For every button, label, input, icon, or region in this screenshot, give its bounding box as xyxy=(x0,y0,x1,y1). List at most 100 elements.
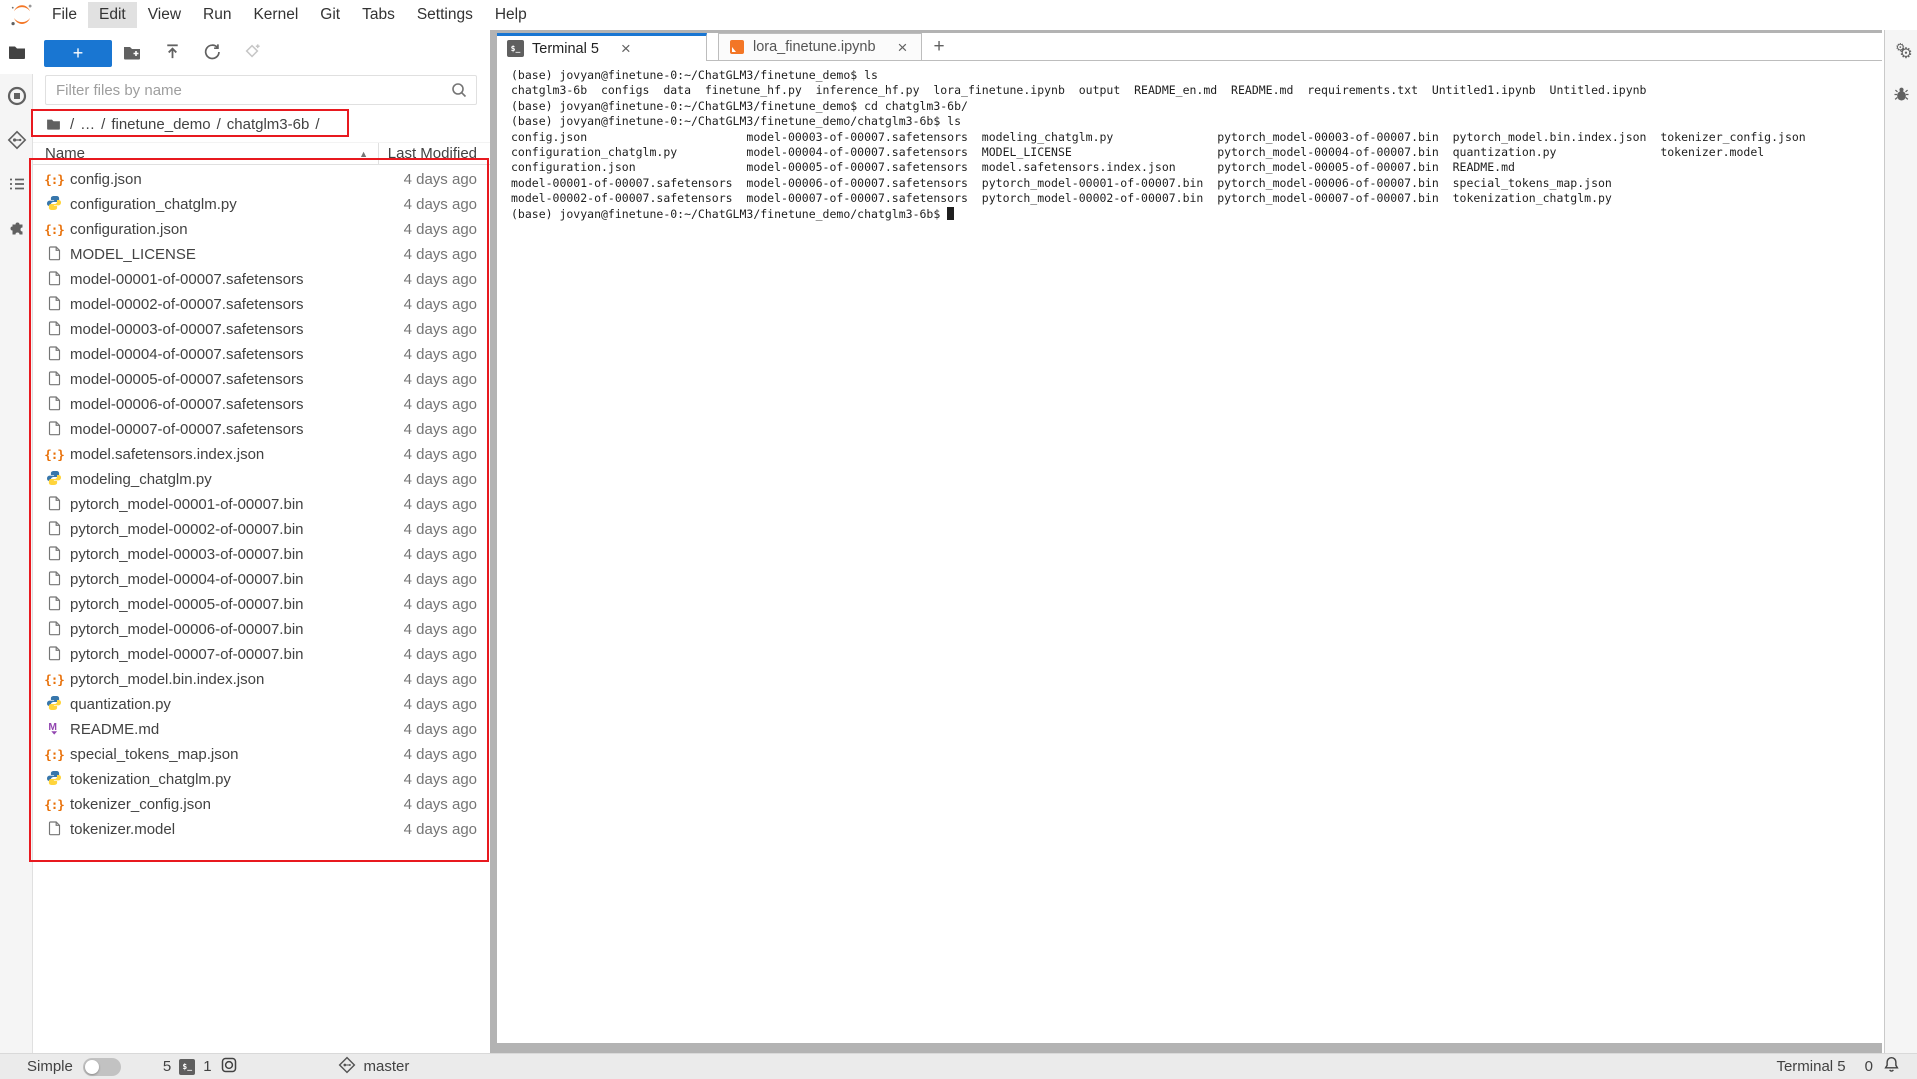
file-name: model-00005-of-00007.safetensors xyxy=(70,371,404,388)
terminals-count[interactable]: 5 xyxy=(163,1058,171,1075)
file-row[interactable]: model-00004-of-00007.safetensors4 days a… xyxy=(33,342,490,367)
git-icon xyxy=(7,130,27,150)
python-file-icon xyxy=(46,770,62,790)
file-row[interactable]: modeling_chatglm.py4 days ago xyxy=(33,467,490,492)
file-modified: 4 days ago xyxy=(404,471,490,488)
new-tag-button-disabled[interactable] xyxy=(232,40,272,67)
notebook-icon xyxy=(729,39,745,55)
file-name: model-00006-of-00007.safetensors xyxy=(70,396,404,413)
column-header-name[interactable]: Name ▲ xyxy=(33,143,379,164)
file-row[interactable]: quantization.py4 days ago xyxy=(33,692,490,717)
file-name: pytorch_model-00002-of-00007.bin xyxy=(70,521,404,538)
file-row[interactable]: model-00002-of-00007.safetensors4 days a… xyxy=(33,292,490,317)
file-modified: 4 days ago xyxy=(404,321,490,338)
filter-files-input[interactable] xyxy=(45,75,477,105)
folder-icon xyxy=(7,42,27,62)
file-name: model.safetensors.index.json xyxy=(70,446,404,463)
file-modified: 4 days ago xyxy=(404,746,490,763)
file-icon xyxy=(47,545,62,565)
json-file-icon: {:} xyxy=(44,222,64,237)
menu-kernel[interactable]: Kernel xyxy=(242,2,309,28)
bell-icon[interactable] xyxy=(1882,1055,1901,1078)
file-row[interactable]: {:}configuration.json4 days ago xyxy=(33,217,490,242)
file-row[interactable]: {:}model.safetensors.index.json4 days ag… xyxy=(33,442,490,467)
close-icon[interactable]: × xyxy=(898,39,908,56)
menu-view[interactable]: View xyxy=(137,2,192,28)
menu-git[interactable]: Git xyxy=(309,2,351,28)
python-file-icon xyxy=(46,695,62,715)
file-modified: 4 days ago xyxy=(404,296,490,313)
menu-tabs[interactable]: Tabs xyxy=(351,2,406,28)
file-modified: 4 days ago xyxy=(404,271,490,288)
git-branch-label[interactable]: master xyxy=(364,1058,410,1075)
simple-mode-toggle[interactable] xyxy=(83,1058,121,1076)
file-row[interactable]: pytorch_model-00003-of-00007.bin4 days a… xyxy=(33,542,490,567)
file-modified: 4 days ago xyxy=(404,246,490,263)
file-row[interactable]: model-00003-of-00007.safetensors4 days a… xyxy=(33,317,490,342)
file-row[interactable]: {:}config.json4 days ago xyxy=(33,167,490,192)
breadcrumb-separator: / xyxy=(315,116,319,133)
file-row[interactable]: model-00007-of-00007.safetensors4 days a… xyxy=(33,417,490,442)
breadcrumb-segment[interactable]: finetune_demo xyxy=(111,116,210,133)
new-launcher-button[interactable]: + xyxy=(44,40,112,67)
upload-icon xyxy=(163,42,182,64)
panel-splitter[interactable] xyxy=(490,30,497,1053)
home-folder-icon[interactable] xyxy=(45,116,62,132)
file-modified: 4 days ago xyxy=(404,171,490,188)
file-row[interactable]: {:}special_tokens_map.json4 days ago xyxy=(33,742,490,767)
column-header-last-modified[interactable]: Last Modified xyxy=(379,145,490,162)
file-icon xyxy=(47,395,62,415)
sidebar-tab-table-of-contents[interactable] xyxy=(0,162,33,206)
file-row[interactable]: MODEL_LICENSE4 days ago xyxy=(33,242,490,267)
file-row[interactable]: pytorch_model-00004-of-00007.bin4 days a… xyxy=(33,567,490,592)
file-row[interactable]: pytorch_model-00005-of-00007.bin4 days a… xyxy=(33,592,490,617)
file-row[interactable]: pytorch_model-00007-of-00007.bin4 days a… xyxy=(33,642,490,667)
tab-lora-finetune-ipynb[interactable]: lora_finetune.ipynb × xyxy=(718,33,922,60)
sidebar-tab-running-sessions[interactable] xyxy=(0,74,33,118)
file-modified: 4 days ago xyxy=(404,521,490,538)
new-folder-button[interactable] xyxy=(112,40,152,67)
file-name: pytorch_model.bin.index.json xyxy=(70,671,404,688)
file-row[interactable]: {:}tokenizer_config.json4 days ago xyxy=(33,792,490,817)
git-icon xyxy=(338,1056,356,1078)
sidebar-tab-extensions[interactable] xyxy=(0,206,33,250)
add-tab-button[interactable]: + xyxy=(922,33,956,60)
menu-help[interactable]: Help xyxy=(484,2,538,28)
file-name: special_tokens_map.json xyxy=(70,746,404,763)
refresh-button[interactable] xyxy=(192,40,232,67)
file-row[interactable]: model-00005-of-00007.safetensors4 days a… xyxy=(33,367,490,392)
sidebar-tab-debugger[interactable] xyxy=(1885,74,1917,118)
sidebar-tab-file-browser[interactable] xyxy=(0,30,33,74)
file-row[interactable]: {:}pytorch_model.bin.index.json4 days ag… xyxy=(33,667,490,692)
file-row[interactable]: configuration_chatglm.py4 days ago xyxy=(33,192,490,217)
file-row[interactable]: tokenization_chatglm.py4 days ago xyxy=(33,767,490,792)
file-row[interactable]: MREADME.md4 days ago xyxy=(33,717,490,742)
breadcrumb-segment[interactable]: … xyxy=(80,116,95,133)
terminal-output[interactable]: (base) jovyan@finetune-0:~/ChatGLM3/fine… xyxy=(497,61,1882,1043)
file-row[interactable]: pytorch_model-00006-of-00007.bin4 days a… xyxy=(33,617,490,642)
sidebar-tab-property-inspector[interactable]: ⚙⚙ xyxy=(1885,30,1917,74)
file-row[interactable]: model-00006-of-00007.safetensors4 days a… xyxy=(33,392,490,417)
file-modified: 4 days ago xyxy=(404,496,490,513)
file-modified: 4 days ago xyxy=(404,796,490,813)
menu-run[interactable]: Run xyxy=(192,2,242,28)
breadcrumb-segment[interactable]: chatglm3-6b xyxy=(227,116,310,133)
file-row[interactable]: tokenizer.model4 days ago xyxy=(33,817,490,842)
left-sidebar xyxy=(0,30,33,1053)
close-icon[interactable]: × xyxy=(621,40,631,57)
tab-terminal-5[interactable]: $_ Terminal 5 × xyxy=(497,33,707,61)
sidebar-tab-git[interactable] xyxy=(0,118,33,162)
menu-edit[interactable]: Edit xyxy=(88,2,137,28)
file-icon xyxy=(47,320,62,340)
file-row[interactable]: pytorch_model-00001-of-00007.bin4 days a… xyxy=(33,492,490,517)
search-icon xyxy=(450,81,468,104)
file-row[interactable]: model-00001-of-00007.safetensors4 days a… xyxy=(33,267,490,292)
upload-button[interactable] xyxy=(152,40,192,67)
menu-items: FileEditViewRunKernelGitTabsSettingsHelp xyxy=(41,0,538,30)
file-browser-toolbar: + xyxy=(44,39,478,67)
terminal-icon: $_ xyxy=(179,1059,195,1075)
menu-settings[interactable]: Settings xyxy=(406,2,484,28)
file-row[interactable]: pytorch_model-00002-of-00007.bin4 days a… xyxy=(33,517,490,542)
menu-file[interactable]: File xyxy=(41,2,88,28)
kernels-count[interactable]: 1 xyxy=(203,1058,211,1075)
